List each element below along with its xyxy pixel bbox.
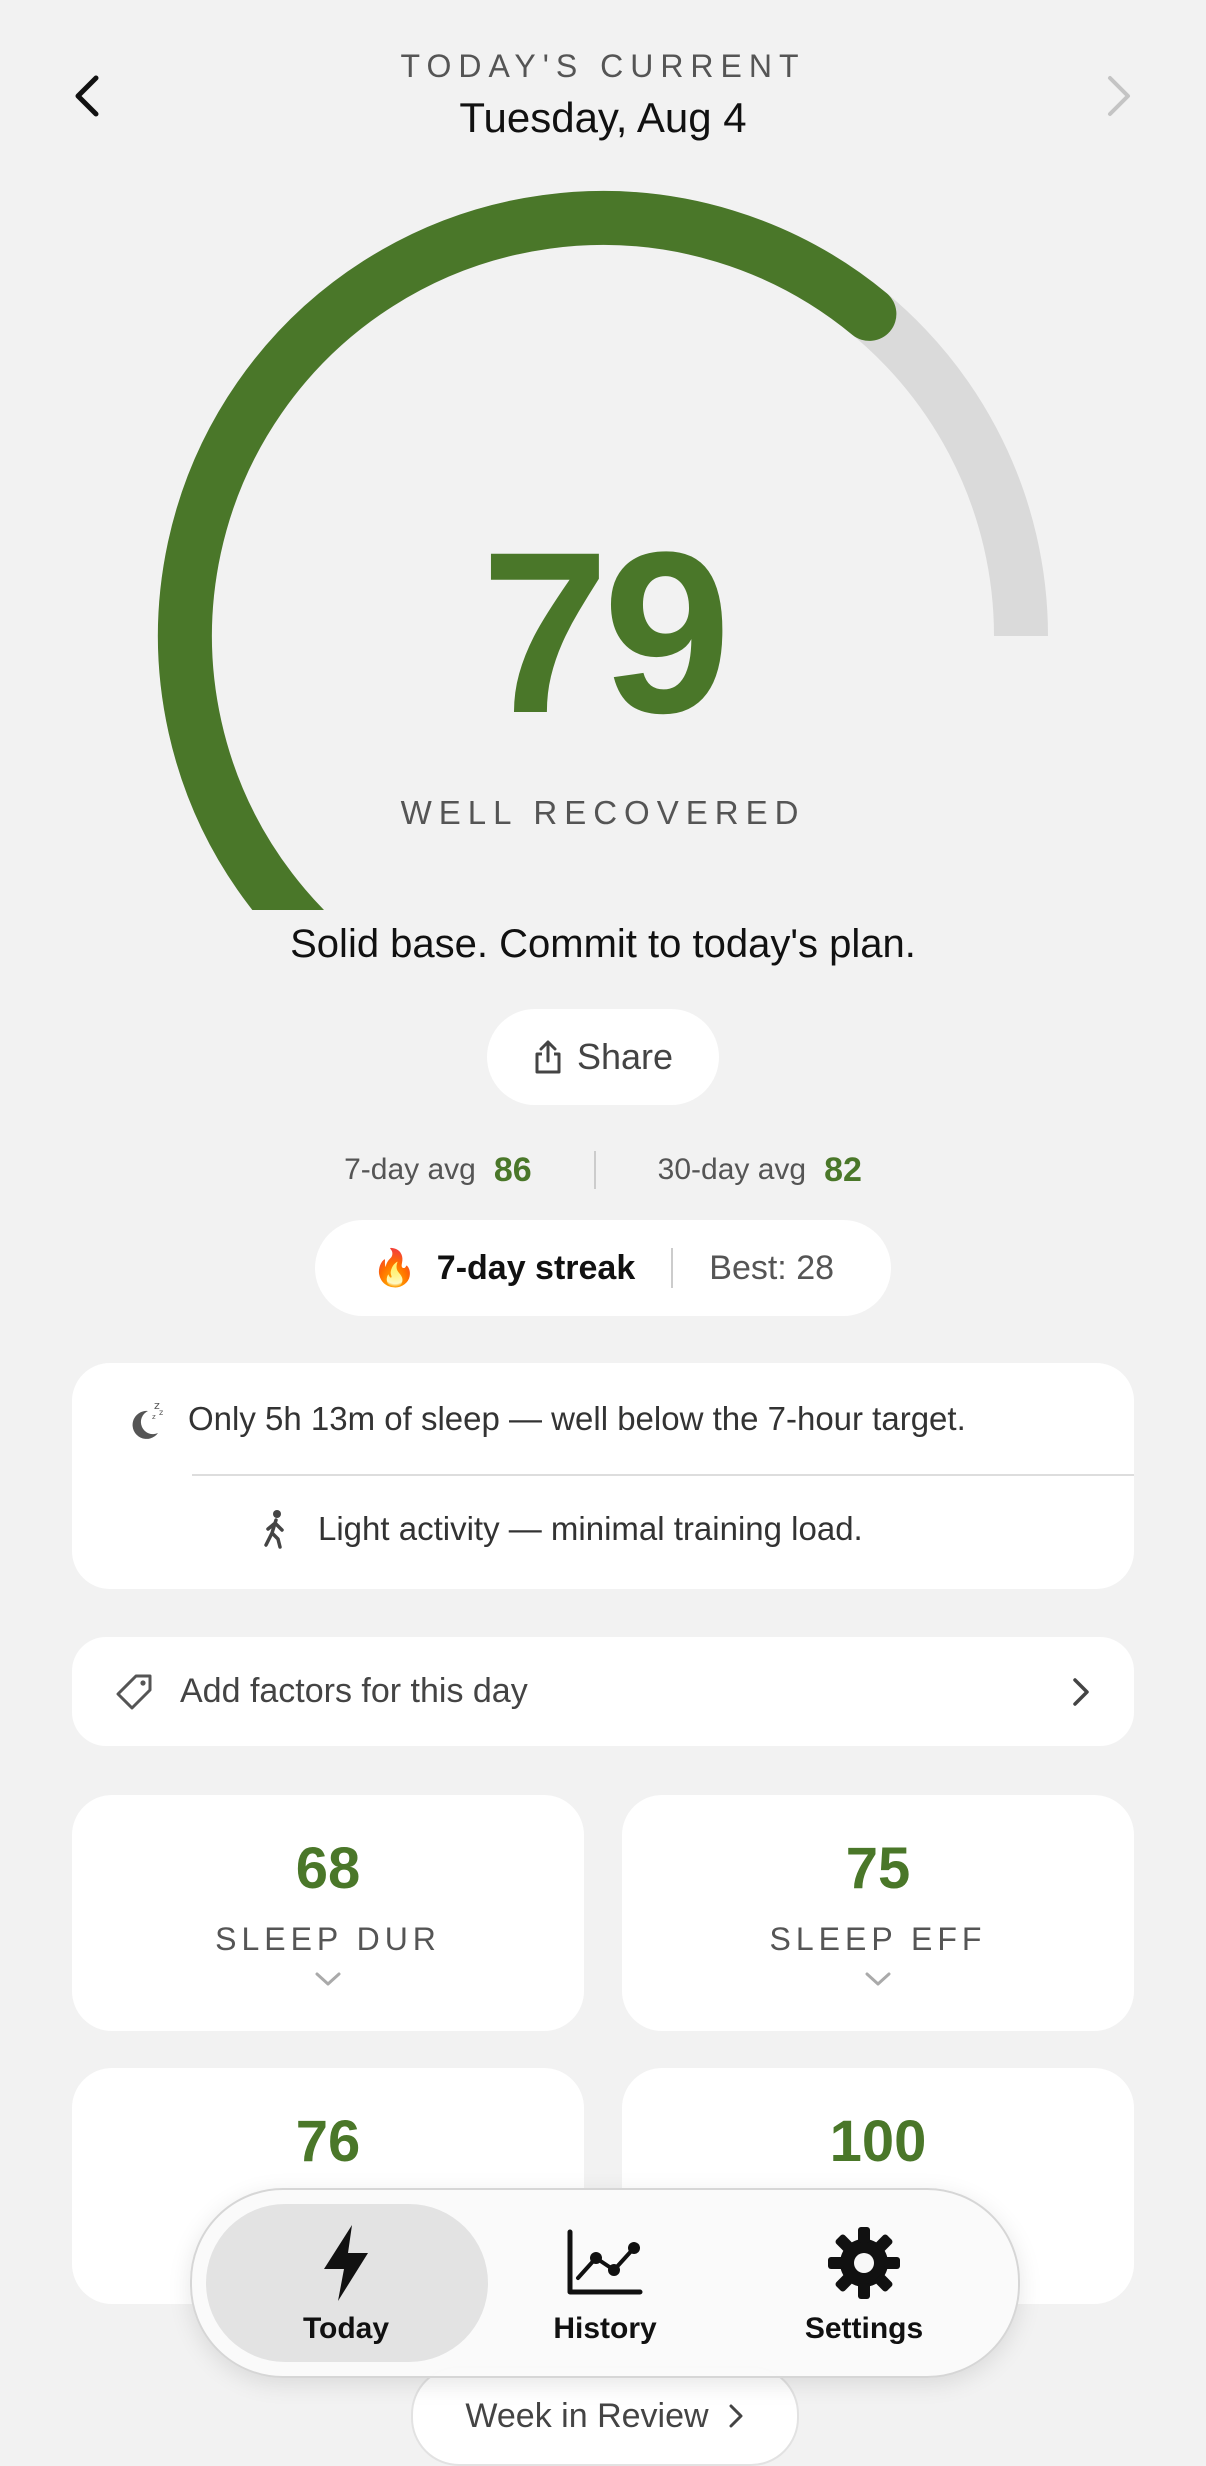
sleep-moon-icon: z z z	[132, 1399, 163, 1439]
insight-item: z z z Only 5h 13m of sleep — well below …	[128, 1397, 966, 1441]
insight-text: Only 5h 13m of sleep — well below the 7-…	[188, 1400, 966, 1437]
chart-line-icon	[567, 2229, 643, 2295]
add-factors-label: Add factors for this day	[180, 1672, 528, 1710]
tab-label: Settings	[804, 2312, 924, 2345]
insights-card: z z z Only 5h 13m of sleep — well below …	[72, 1363, 1134, 1589]
averages-row: 7-day avg 86 30-day avg 82	[0, 1146, 1206, 1194]
share-icon	[535, 1040, 561, 1074]
tab-settings[interactable]: Settings	[734, 2204, 994, 2362]
chevron-down-icon	[72, 1971, 584, 1987]
add-factors-row[interactable]: Add factors for this day	[72, 1637, 1134, 1746]
tab-today[interactable]: Today	[216, 2204, 476, 2362]
seven-day-avg-value: 86	[493, 1150, 532, 1189]
metric-value: 75	[845, 1836, 911, 1901]
streak-pill: 🔥 7-day streak Best: 28	[315, 1220, 891, 1316]
page-date: Tuesday, Aug 4	[459, 94, 747, 141]
walking-icon	[264, 1510, 284, 1549]
recovery-score: 79	[481, 504, 731, 761]
tab-label: Today	[302, 2312, 390, 2345]
svg-text:z: z	[159, 1408, 163, 1417]
metric-label: SLEEP EFF	[769, 1921, 987, 1957]
tab-label: History	[553, 2312, 657, 2345]
streak-best: Best: 28	[709, 1248, 835, 1287]
week-in-review-button[interactable]: Week in Review	[411, 2366, 799, 2466]
week-in-review-label: Week in Review	[465, 2396, 709, 2435]
metric-value: 76	[295, 2109, 361, 2174]
streak-label: 7-day streak	[436, 1248, 636, 1287]
thirty-day-avg-value: 82	[824, 1150, 862, 1189]
metric-label: SLEEP DUR	[215, 1921, 441, 1957]
seven-day-avg-label: 7-day avg	[344, 1153, 476, 1186]
metric-card-sleep-duration[interactable]: 68 SLEEP DUR	[72, 1795, 584, 2031]
chevron-right-icon	[729, 2404, 743, 2428]
tab-bar: Today History Settings	[190, 2188, 1020, 2378]
tag-icon	[116, 1674, 152, 1709]
page-eyebrow: TODAY'S CURRENT	[400, 48, 806, 84]
recovery-status: WELL RECOVERED	[400, 794, 806, 831]
chevron-right-icon	[1108, 76, 1130, 116]
chevron-down-icon	[622, 1971, 1134, 1987]
tab-history[interactable]: History	[475, 2204, 735, 2362]
metric-card-sleep-efficiency[interactable]: 75 SLEEP EFF	[622, 1795, 1134, 2031]
insight-divider	[192, 1474, 1134, 1476]
thirty-day-avg-label: 30-day avg	[657, 1153, 807, 1186]
share-button[interactable]: Share	[487, 1009, 719, 1105]
share-label: Share	[576, 1036, 674, 1077]
forward-button[interactable]	[1094, 64, 1144, 128]
svg-text:z: z	[152, 1413, 156, 1421]
insight-item: Light activity — minimal training load.	[260, 1509, 863, 1549]
insight-text: Light activity — minimal training load.	[318, 1510, 863, 1547]
avg-divider	[593, 1151, 596, 1189]
streak-divider	[671, 1248, 674, 1288]
bolt-icon	[324, 2225, 368, 2301]
chevron-right-icon	[1073, 1677, 1089, 1706]
recovery-tagline: Solid base. Commit to today's plan.	[290, 922, 916, 966]
gear-icon	[828, 2227, 900, 2299]
metric-value: 68	[295, 1836, 361, 1901]
metric-value: 100	[829, 2109, 927, 2174]
fire-icon: 🔥	[371, 1247, 417, 1288]
